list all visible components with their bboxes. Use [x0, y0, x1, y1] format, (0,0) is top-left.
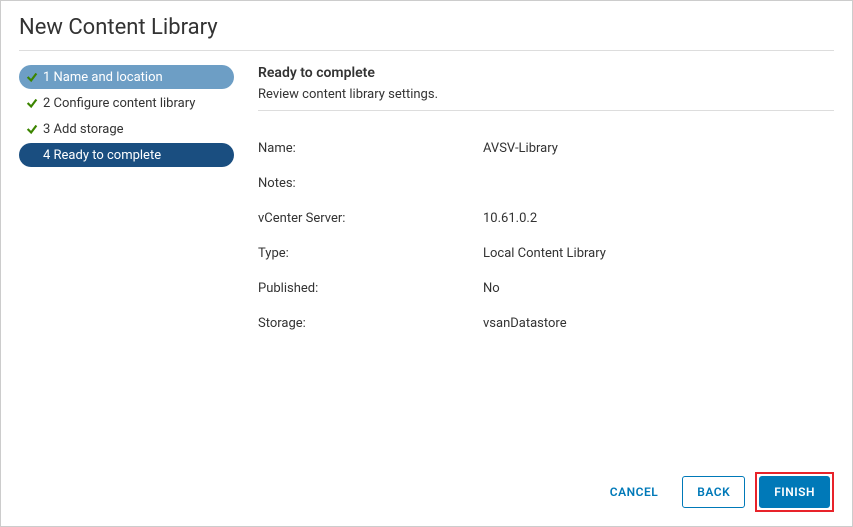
detail-row-type: Type: Local Content Library — [258, 246, 834, 261]
panel-divider — [258, 110, 834, 111]
detail-row-storage: Storage: vsanDatastore — [258, 316, 834, 331]
detail-value — [483, 176, 834, 191]
detail-value: vsanDatastore — [483, 316, 834, 331]
cancel-button[interactable]: CANCEL — [596, 477, 672, 507]
content-area: 1 Name and location 2 Configure content … — [1, 51, 852, 460]
detail-label: Published: — [258, 281, 483, 296]
detail-row-vcenter: vCenter Server: 10.61.0.2 — [258, 211, 834, 226]
detail-row-notes: Notes: — [258, 176, 834, 191]
finish-button-highlight: FINISH — [755, 472, 834, 512]
detail-value: AVSV-Library — [483, 141, 834, 156]
detail-label: vCenter Server: — [258, 211, 483, 226]
detail-label: Notes: — [258, 176, 483, 191]
step-label: 4 Ready to complete — [43, 148, 161, 163]
detail-label: Storage: — [258, 316, 483, 331]
step-name-location[interactable]: 1 Name and location — [19, 65, 234, 89]
detail-label: Name: — [258, 141, 483, 156]
check-icon — [25, 122, 39, 136]
check-icon — [25, 70, 39, 84]
finish-button[interactable]: FINISH — [759, 476, 830, 508]
detail-row-name: Name: AVSV-Library — [258, 141, 834, 156]
wizard-steps: 1 Name and location 2 Configure content … — [19, 61, 234, 460]
step-label: 1 Name and location — [43, 70, 163, 85]
detail-label: Type: — [258, 246, 483, 261]
step-configure-library[interactable]: 2 Configure content library — [19, 91, 234, 115]
detail-value: 10.61.0.2 — [483, 211, 834, 226]
step-label: 2 Configure content library — [43, 96, 195, 111]
step-add-storage[interactable]: 3 Add storage — [19, 117, 234, 141]
main-panel: Ready to complete Review content library… — [234, 61, 834, 460]
detail-row-published: Published: No — [258, 281, 834, 296]
panel-title: Ready to complete — [258, 65, 834, 81]
dialog-footer: CANCEL BACK FINISH — [1, 460, 852, 526]
dialog-header: New Content Library — [1, 1, 852, 50]
step-label: 3 Add storage — [43, 122, 124, 137]
panel-subtitle: Review content library settings. — [258, 87, 834, 102]
check-icon — [25, 96, 39, 110]
dialog-title: New Content Library — [19, 15, 834, 40]
detail-value: No — [483, 281, 834, 296]
back-button[interactable]: BACK — [682, 476, 745, 508]
step-ready-complete[interactable]: 4 Ready to complete — [19, 143, 234, 167]
detail-value: Local Content Library — [483, 246, 834, 261]
